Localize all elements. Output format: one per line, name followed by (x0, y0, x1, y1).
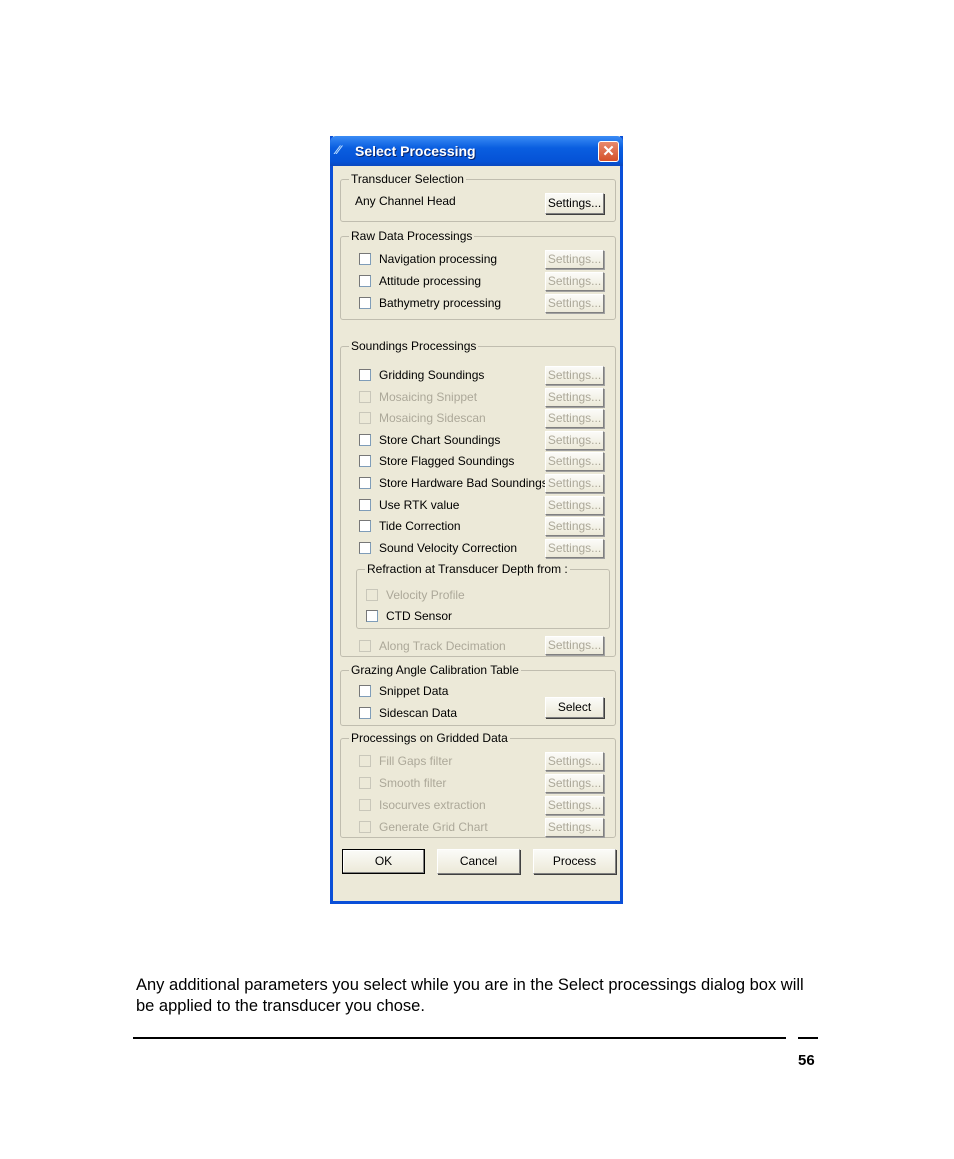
ok-button[interactable]: OK (342, 849, 425, 874)
checkbox[interactable] (359, 755, 371, 767)
checkbox[interactable] (359, 498, 371, 511)
group-legend: Refraction at Transducer Depth from : (365, 562, 570, 576)
transducer-value: Any Channel Head (355, 194, 456, 208)
settings-button[interactable]: Settings... (545, 294, 604, 313)
checkbox[interactable] (359, 799, 371, 811)
checkbox[interactable] (359, 275, 371, 287)
checkbox-label: Gridding Soundings (379, 368, 485, 382)
checkbox-label: Store Flagged Soundings (379, 454, 515, 469)
soundings-processings-group: Soundings Processings Gridding Soundings… (340, 339, 616, 657)
settings-button[interactable]: Settings... (545, 752, 604, 771)
raw-data-processings-group: Raw Data Processings Navigation processi… (340, 229, 616, 320)
checkbox-label: Store Hardware Bad Soundings (379, 476, 548, 490)
checkbox[interactable] (359, 477, 371, 489)
title-bar[interactable]: ⁄⁄ Select Processing ✕ (330, 136, 623, 166)
group-legend: Soundings Processings (349, 339, 479, 353)
checkbox[interactable] (359, 369, 371, 381)
checkbox[interactable] (366, 610, 378, 622)
checkbox-label: CTD Sensor (386, 609, 453, 623)
checkbox-label: Navigation processing (379, 252, 498, 266)
settings-button[interactable]: Settings... (545, 474, 604, 493)
checkbox[interactable] (359, 520, 371, 533)
checkbox[interactable] (359, 253, 371, 265)
select-processing-dialog: ⁄⁄ Select Processing ✕ Transducer Select… (330, 136, 623, 904)
checkbox-label: Isocurves extraction (379, 798, 486, 812)
settings-button[interactable]: Settings... (545, 818, 604, 837)
checkbox[interactable] (359, 777, 371, 789)
close-button[interactable]: ✕ (598, 141, 619, 162)
checkbox[interactable] (366, 589, 378, 601)
checkbox[interactable] (359, 707, 371, 719)
checkbox-label: Velocity Profile (386, 588, 465, 602)
checkbox-label: Along Track Decimation (379, 639, 506, 653)
checkbox-label: Store Chart Soundings (379, 432, 501, 447)
group-legend: Processings on Gridded Data (349, 731, 510, 745)
decimation-settings-button[interactable]: Settings... (545, 636, 604, 655)
checkbox-label: Sidescan Data (379, 706, 458, 720)
group-legend: Grazing Angle Calibration Table (349, 663, 521, 677)
process-button[interactable]: Process (533, 849, 616, 874)
checkbox-label: Smooth filter (379, 776, 447, 790)
checkbox-label: Generate Grid Chart (379, 820, 488, 834)
checkbox[interactable] (359, 685, 371, 697)
checkbox-label: Bathymetry processing (379, 296, 502, 310)
transducer-settings-button[interactable]: Settings... (545, 193, 604, 214)
checkbox-label: Sound Velocity Correction (379, 540, 518, 555)
dialog-title: Select Processing (355, 143, 476, 159)
settings-button[interactable]: Settings... (545, 430, 604, 450)
checkbox-label: Mosaicing Sidescan (379, 411, 486, 426)
grazing-select-button[interactable]: Select (545, 697, 604, 718)
checkbox[interactable] (359, 821, 371, 833)
transducer-selection-group: Transducer Selection Any Channel Head Se… (340, 172, 616, 222)
checkbox-label: Attitude processing (379, 274, 482, 288)
gridded-data-group: Processings on Gridded Data Fill Gaps fi… (340, 731, 616, 838)
checkbox-label: Use RTK value (379, 497, 460, 512)
settings-button[interactable]: Settings... (545, 387, 604, 407)
app-logo-icon: ⁄⁄ (336, 143, 341, 157)
checkbox[interactable] (359, 541, 371, 554)
settings-button[interactable]: Settings... (545, 538, 604, 558)
settings-button[interactable]: Settings... (545, 250, 604, 269)
checkbox-label: Tide Correction (379, 519, 461, 534)
cancel-button[interactable]: Cancel (437, 849, 520, 874)
checkbox[interactable] (359, 455, 371, 468)
checkbox[interactable] (359, 297, 371, 309)
footer-rule (133, 1037, 786, 1039)
grazing-angle-group: Grazing Angle Calibration Table Snippet … (340, 663, 616, 726)
group-legend: Raw Data Processings (349, 229, 475, 243)
settings-button[interactable]: Settings... (545, 272, 604, 291)
settings-button[interactable]: Settings... (545, 366, 604, 385)
checkbox[interactable] (359, 390, 371, 403)
settings-button[interactable]: Settings... (545, 495, 604, 515)
body-paragraph: Any additional parameters you select whi… (136, 976, 804, 1015)
refraction-group: Refraction at Transducer Depth from : Ve… (356, 562, 610, 629)
checkbox-label: Fill Gaps filter (379, 754, 453, 768)
group-legend: Transducer Selection (349, 172, 466, 186)
footer-rule-short (798, 1037, 818, 1039)
close-icon: ✕ (602, 143, 615, 160)
checkbox-label: Snippet Data (379, 684, 449, 698)
checkbox[interactable] (359, 412, 371, 425)
page-number: 56 (798, 1052, 815, 1069)
checkbox-label: Mosaicing Snippet (379, 389, 478, 404)
settings-button[interactable]: Settings... (545, 452, 604, 472)
checkbox[interactable] (359, 433, 371, 446)
settings-button[interactable]: Settings... (545, 409, 604, 429)
checkbox[interactable] (359, 640, 371, 652)
settings-button[interactable]: Settings... (545, 796, 604, 815)
settings-button[interactable]: Settings... (545, 517, 604, 537)
settings-button[interactable]: Settings... (545, 774, 604, 793)
